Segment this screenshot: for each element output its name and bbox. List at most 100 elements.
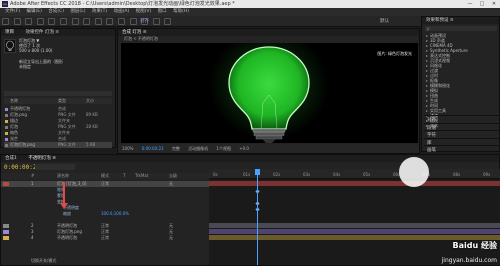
viewer-breadcrumb[interactable]: 灯泡 < 不透明灯泡 <box>118 36 419 42</box>
layer-name[interactable]: 不透明灯泡 <box>57 235 77 241</box>
label-color-swatch[interactable] <box>5 131 8 135</box>
viewer-tabs: 合成 灯泡 ≡ <box>118 29 419 36</box>
menu-help[interactable]: 帮助(H) <box>173 8 189 16</box>
timeline-layer[interactable]: 1 灯泡 [灯泡_3_0] 正常无 <box>1 181 209 187</box>
column-parent[interactable]: 父级 <box>169 173 177 179</box>
column-size[interactable]: 大小 <box>86 98 94 104</box>
tab-effect-controls[interactable]: 效果控件 灯泡 ≡ <box>25 29 59 36</box>
layer-label-color[interactable] <box>3 236 9 240</box>
tab-composition[interactable]: 合成 灯泡 ≡ <box>122 29 147 36</box>
effects-tab[interactable]: 效果和预设 ≡ <box>422 17 499 24</box>
label-color-swatch[interactable] <box>5 137 8 141</box>
rectangle-tool-icon[interactable] <box>83 18 91 25</box>
tab-comp-1[interactable]: 合成1 <box>5 155 17 162</box>
column-source-name[interactable]: 源名称 <box>57 173 69 179</box>
close-button[interactable]: ✕ <box>488 0 500 8</box>
menu-effect[interactable]: 效果(T) <box>92 8 107 16</box>
selection-tool-icon[interactable] <box>13 18 21 25</box>
project-row-name: 不透明灯泡 <box>10 106 30 111</box>
exposure-value[interactable]: +0.0 <box>239 146 249 151</box>
canvas-caption: 图片: 绿色灯泡发光 <box>377 51 412 56</box>
tab-project[interactable]: 项目 <box>5 29 14 36</box>
layer-bar-1[interactable] <box>209 181 500 186</box>
zoom-level[interactable]: 100% <box>122 146 133 151</box>
label-color-swatch[interactable] <box>5 125 8 129</box>
snap-label[interactable]: 对齐 <box>140 18 149 24</box>
timeline-search-input[interactable] <box>35 164 75 170</box>
title-bar: Ae Adobe After Effects CC 2018 - C:\User… <box>0 0 500 8</box>
tab-opaque-bulb[interactable]: 不透明灯泡 ≡ <box>28 155 56 162</box>
layer-label-color[interactable] <box>3 182 9 186</box>
watermark-brand: Baidu 经验 <box>452 241 497 250</box>
column-trkmat[interactable]: TrkMat <box>135 173 148 179</box>
column-mode[interactable]: 模式 <box>101 173 109 179</box>
label-color-swatch[interactable] <box>5 107 8 111</box>
rotate-tool-icon[interactable] <box>48 18 56 25</box>
layer-number: 4 <box>31 235 34 240</box>
layer-property[interactable]: 缩放 <box>63 211 71 217</box>
menu-layer[interactable]: 图层(L) <box>70 8 85 16</box>
hand-tool-icon[interactable] <box>25 18 33 25</box>
toggle-switches-modes[interactable]: 切换开关/模式 <box>31 258 56 264</box>
project-item-info: 灯泡灯泡 ▼ 使用了 1 次 500 x 800 (1.00) 新设立导出上面的… <box>19 38 63 69</box>
scale-value[interactable]: 100.0,100.0% <box>101 211 129 217</box>
pen-tool-icon[interactable] <box>94 18 102 25</box>
project-row-name: 灯泡.png <box>10 112 27 117</box>
layer-mode[interactable]: 正常 <box>101 181 109 187</box>
menu-view[interactable]: 视图(V) <box>136 8 152 16</box>
column-type[interactable]: 类型 <box>58 98 66 104</box>
ruler-tick: 03s <box>303 172 311 177</box>
minimize-button[interactable]: — <box>464 0 476 8</box>
layer-parent[interactable]: 无 <box>169 235 173 241</box>
column-t: T <box>123 173 126 178</box>
layer-column-headers: # 源名称 模式 T TrkMat 父级 <box>1 173 209 179</box>
menu-composition[interactable]: 合成(C) <box>48 8 64 16</box>
puppet-tool-icon[interactable] <box>164 18 172 25</box>
menu-window[interactable]: 窗口 <box>158 8 167 16</box>
composition-canvas[interactable]: 图片: 绿色灯泡发光 <box>121 43 418 143</box>
layer-bar-2[interactable] <box>209 223 500 228</box>
project-row[interactable]: 灯泡灯泡.png PNG 文件 5 KB <box>4 142 112 148</box>
project-item-desc-2: 未指定 <box>19 64 31 69</box>
timeline-layer[interactable]: 4 不透明灯泡 正常 无 <box>1 235 209 241</box>
clone-tool-icon[interactable] <box>129 18 137 25</box>
menu-animation[interactable]: 动画(A) <box>114 8 130 16</box>
label-color-swatch[interactable] <box>5 113 8 117</box>
menu-file[interactable]: 文件(F) <box>5 8 20 16</box>
column-name[interactable]: 名称 <box>10 98 18 104</box>
project-row-name: 灯泡 <box>10 124 18 129</box>
pan-behind-tool-icon[interactable] <box>71 18 79 25</box>
camera-tool-icon[interactable] <box>59 18 67 25</box>
layer-mode[interactable]: 正常 <box>101 235 109 241</box>
layer-label-color[interactable] <box>3 224 9 228</box>
column-number: # <box>31 173 35 178</box>
project-search-input[interactable] <box>4 91 112 96</box>
effects-search-input[interactable]: ρ <box>425 26 497 31</box>
brush-tool-icon[interactable] <box>117 18 125 25</box>
layer-bar-3[interactable] <box>209 229 500 234</box>
layer-label-color[interactable] <box>3 230 9 234</box>
side-section-header[interactable]: 画笔 <box>424 145 500 154</box>
project-row-type: PNG 文件 <box>58 142 76 147</box>
timeline-tracks[interactable]: 0s01s02s03s04s05s06s07s08s09s Baidu 经验 j… <box>209 157 500 265</box>
camera-select[interactable]: 活动摄像机 <box>188 146 208 151</box>
project-thumbnail <box>4 39 16 53</box>
layer-parent[interactable]: 无 <box>169 181 173 187</box>
menu-edit[interactable]: 编辑(E) <box>27 8 42 16</box>
home-icon[interactable] <box>2 18 9 25</box>
project-column-headers: 名称 类型 大小 <box>4 98 112 104</box>
view-layout-select[interactable]: 1个视图 <box>216 146 231 151</box>
playhead-handle[interactable] <box>255 169 260 175</box>
maximize-button[interactable]: □ <box>476 0 488 8</box>
zoom-tool-icon[interactable] <box>36 18 44 25</box>
project-item-size: 500 x 800 (1.00) <box>19 48 53 53</box>
label-color-swatch[interactable] <box>5 119 8 123</box>
workspace-label[interactable]: 默认 <box>380 18 389 24</box>
resolution-select[interactable]: 完整 <box>172 146 180 151</box>
viewer-current-time[interactable]: 0:00:00:23 <box>142 146 164 151</box>
text-tool-icon[interactable] <box>106 18 114 25</box>
label-color-swatch[interactable] <box>5 143 8 147</box>
time-ruler[interactable]: 0s01s02s03s04s05s06s07s08s09s <box>209 169 500 179</box>
playhead-line[interactable] <box>257 169 258 265</box>
roto-brush-icon[interactable] <box>152 18 160 25</box>
